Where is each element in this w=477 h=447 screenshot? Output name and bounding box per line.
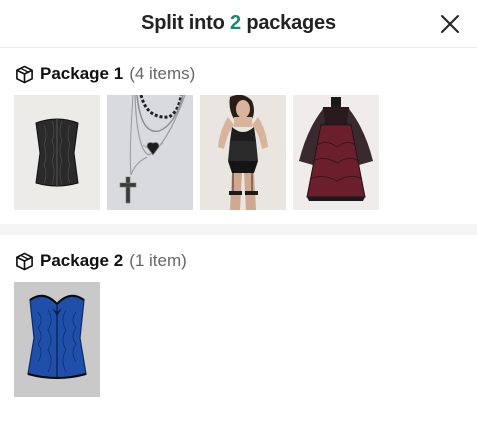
title-suffix: packages <box>246 12 336 34</box>
lace-dress-image <box>293 95 379 210</box>
split-packages-sheet: Split into 2 packages Package 1 (4 items… <box>0 0 477 447</box>
lingerie-image <box>200 95 286 210</box>
package-2-name: Package 2 <box>40 251 124 270</box>
title-prefix: Split into <box>141 12 225 34</box>
package-2-items <box>14 282 463 397</box>
blue-corset-image <box>14 282 100 397</box>
close-icon[interactable] <box>439 13 461 35</box>
package-1-name: Package 1 <box>40 64 124 83</box>
title-package-count: 2 <box>230 12 241 34</box>
package-1-count: (4 items) <box>129 64 196 83</box>
item-thumbnail-lace-dress[interactable] <box>293 95 379 210</box>
necklace-image <box>107 95 193 210</box>
item-thumbnail-lingerie[interactable] <box>200 95 286 210</box>
package-box-icon <box>16 65 33 83</box>
item-thumbnail-necklace[interactable] <box>107 95 193 210</box>
sheet-header: Split into 2 packages <box>0 0 477 48</box>
package-1-items <box>14 95 463 210</box>
sheet-title: Split into 2 packages <box>0 12 477 35</box>
package-2-count: (1 item) <box>129 251 187 270</box>
package-2-section: Package 2 (1 item) <box>0 235 477 397</box>
package-1-section: Package 1 (4 items) <box>0 48 477 210</box>
package-2-header: Package 2 (1 item) <box>14 249 463 273</box>
item-thumbnail-blue-corset[interactable] <box>14 282 100 397</box>
section-divider <box>0 224 477 235</box>
black-corset-image <box>14 95 100 210</box>
package-1-header: Package 1 (4 items) <box>14 62 463 86</box>
package-box-icon <box>16 252 33 270</box>
item-thumbnail-black-corset[interactable] <box>14 95 100 210</box>
